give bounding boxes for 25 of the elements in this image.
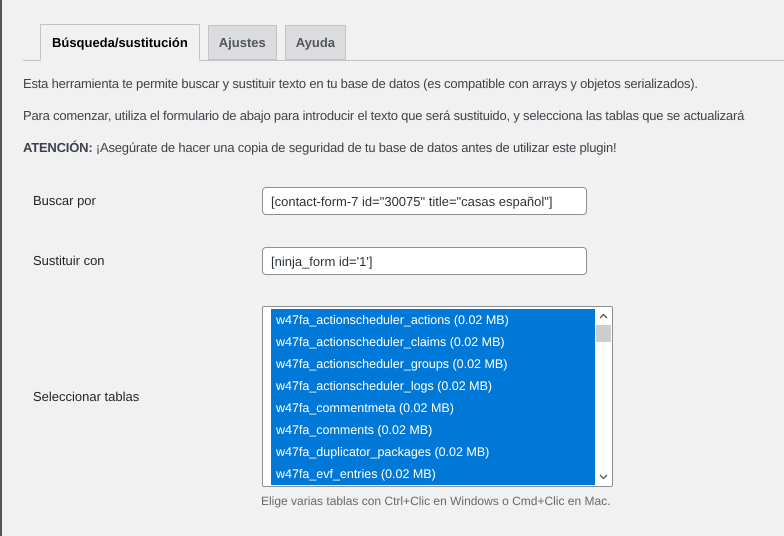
table-option[interactable]: w47fa_actionscheduler_actions (0.02 MB) bbox=[271, 309, 595, 331]
tab[interactable]: Búsqueda/sustitución bbox=[40, 24, 200, 61]
text-field[interactable]: [ninja_form id='1'] bbox=[262, 247, 587, 275]
table-option[interactable]: w47fa_commentmeta (0.02 MB) bbox=[271, 397, 595, 419]
intro-paragraph: ATENCIÓN: ¡Asegúrate de hacer una copia de seguridad de tu base de datos antes de utilizar este plugin! bbox=[23, 139, 618, 157]
scroll-thumb[interactable] bbox=[596, 325, 611, 342]
text-field[interactable]: [contact-form-7 id="30075" title="casas español"] bbox=[262, 187, 587, 215]
table-option[interactable]: w47fa_actionscheduler_groups (0.02 MB) bbox=[271, 353, 595, 375]
scroll-up-icon[interactable] bbox=[599, 313, 608, 319]
hint-text: Elige varias tablas con Ctrl+Clic en Windows o Cmd+Clic en Mac. bbox=[261, 493, 612, 510]
tab[interactable]: Ayuda bbox=[284, 25, 346, 60]
field-label: Sustituir con bbox=[33, 252, 106, 270]
table-option[interactable]: w47fa_comments (0.02 MB) bbox=[271, 419, 595, 441]
scroll-down-icon[interactable] bbox=[599, 474, 608, 480]
field-label: Seleccionar tablas bbox=[33, 388, 140, 406]
table-option[interactable]: w47fa_duplicator_packages (0.02 MB) bbox=[271, 441, 595, 463]
field-label: Buscar por bbox=[33, 192, 97, 210]
table-listbox[interactable] bbox=[262, 306, 613, 487]
tab[interactable]: Ajustes bbox=[208, 25, 277, 60]
table-option[interactable]: w47fa_actionscheduler_logs (0.02 MB) bbox=[271, 375, 595, 397]
table-option[interactable]: w47fa_evf_entries (0.02 MB) bbox=[271, 463, 595, 485]
scrollbar[interactable] bbox=[595, 307, 612, 486]
intro-paragraph: Para comenzar, utiliza el formulario de abajo para introducir el texto que será sustituido, y selecciona las tablas que se actualizará bbox=[23, 107, 746, 125]
intro-paragraph: Esta herramienta te permite buscar y sustituir texto en tu base de datos (es compatible con arrays y objetos serializados). bbox=[23, 75, 699, 93]
table-option[interactable]: w47fa_actionscheduler_claims (0.02 MB) bbox=[271, 331, 595, 353]
